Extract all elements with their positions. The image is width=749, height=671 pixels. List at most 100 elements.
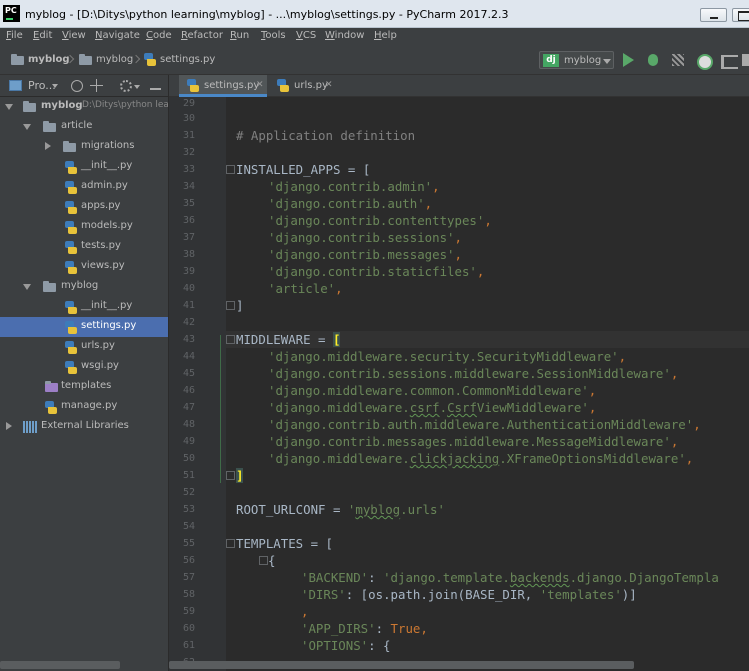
chevron-down-icon (603, 59, 611, 64)
menu-edit[interactable]: Edit (33, 30, 52, 41)
tree-item-label: models.py (81, 220, 133, 231)
line-number: 42 (182, 317, 195, 328)
code-text: ROOT_URLCONF = (236, 502, 348, 517)
string-literal: 'django.contrib.sessions' (268, 230, 455, 245)
breadcrumb-package[interactable]: myblog (96, 54, 133, 65)
editor-horizontal-scrollbar[interactable] (169, 661, 634, 669)
close-icon[interactable]: ✕ (325, 81, 334, 90)
fold-marker-icon[interactable] (226, 165, 235, 174)
coverage-icon[interactable] (670, 52, 686, 68)
fold-marker-icon[interactable] (259, 556, 268, 565)
python-file-icon (65, 161, 77, 174)
chevron-down-icon[interactable] (23, 124, 31, 130)
editor-tab-bar: settings.py ✕ urls.py ✕ (169, 75, 749, 97)
tree-item[interactable]: tests.py (0, 237, 168, 257)
folder-icon (79, 54, 92, 65)
chevron-right-icon[interactable] (45, 142, 51, 150)
folder-icon (43, 281, 56, 292)
folder-icon (63, 141, 76, 152)
gear-icon[interactable] (119, 79, 133, 93)
string-literal: 'django.contrib.auth' (268, 196, 425, 211)
hide-panel-icon[interactable] (148, 79, 162, 93)
code-text: : { (368, 638, 391, 653)
comma: , (484, 213, 492, 228)
project-view-icon (9, 80, 22, 91)
stop-icon[interactable] (742, 52, 749, 68)
line-number: 47 (182, 402, 195, 413)
tree-item[interactable]: apps.py (0, 197, 168, 217)
minimize-button[interactable] (700, 8, 727, 22)
concurrency-icon[interactable] (720, 52, 738, 69)
menu-view[interactable]: View (62, 30, 86, 41)
tree-horizontal-scrollbar[interactable] (0, 661, 120, 669)
string-literal-typo: backends (509, 570, 570, 585)
menu-vcs[interactable]: VCS (296, 30, 316, 41)
menu-tools[interactable]: Tools (261, 30, 286, 41)
code-line: MIDDLEWARE = [ (236, 331, 341, 348)
menu-help[interactable]: Help (374, 30, 397, 41)
tree-item[interactable]: __init__.py (0, 157, 168, 177)
menu-run[interactable]: Run (230, 30, 249, 41)
chevron-down-icon[interactable] (23, 284, 31, 290)
tree-item[interactable]: __init__.py (0, 297, 168, 317)
breadcrumb-file[interactable]: settings.py (160, 54, 215, 65)
chevron-down-icon[interactable] (134, 85, 140, 89)
run-configuration-select[interactable]: dj myblog (539, 51, 614, 69)
line-number: 30 (182, 113, 195, 124)
line-number: 38 (182, 249, 195, 260)
scroll-from-source-icon[interactable] (70, 79, 84, 93)
line-number: 48 (182, 419, 195, 430)
comma: , (335, 281, 343, 296)
fold-marker-icon[interactable] (226, 471, 235, 480)
fold-marker-icon[interactable] (226, 301, 235, 310)
chevron-right-icon[interactable] (6, 422, 12, 430)
chevron-down-icon[interactable] (5, 104, 13, 110)
code-text: : (375, 621, 391, 636)
tree-item[interactable]: views.py (0, 257, 168, 277)
line-number: 51 (182, 470, 195, 481)
close-icon[interactable]: ✕ (256, 81, 265, 90)
python-file-icon (65, 221, 77, 234)
tree-item[interactable]: urls.py (0, 337, 168, 357)
string-literal: 'django.contrib.auth.middleware.Authenti… (268, 417, 694, 432)
collapse-all-icon[interactable] (90, 79, 104, 93)
python-file-icon (65, 201, 77, 214)
tree-item[interactable]: manage.py (0, 397, 168, 417)
code-line: 'django.contrib.messages.middleware.Mess… (268, 433, 678, 450)
run-icon[interactable] (620, 52, 636, 68)
tree-item-selected[interactable]: settings.py (0, 317, 168, 337)
string-literal: .urls' (400, 502, 445, 517)
profile-icon[interactable] (695, 52, 713, 70)
menu-navigate[interactable]: Navigate (95, 30, 140, 41)
tree-item[interactable]: models.py (0, 217, 168, 237)
breadcrumb-project[interactable]: myblog (28, 54, 70, 65)
tree-item[interactable]: wsgi.py (0, 357, 168, 377)
tree-item[interactable]: migrations (0, 137, 168, 157)
tree-item-label: myblog (61, 280, 99, 291)
menu-code[interactable]: Code (146, 30, 172, 41)
tree-item[interactable]: myblog (0, 277, 168, 297)
menu-window[interactable]: Window (325, 30, 364, 41)
maximize-button[interactable] (732, 8, 749, 22)
tree-item[interactable]: admin.py (0, 177, 168, 197)
code-line: 'BACKEND': 'django.template.backends.dja… (301, 569, 719, 586)
tree-item[interactable]: article (0, 117, 168, 137)
debug-icon[interactable] (645, 52, 661, 68)
fold-marker-icon[interactable] (226, 335, 235, 344)
code-text: TEMPLATES = [ (236, 536, 333, 551)
tab-settings-py[interactable]: settings.py ✕ (179, 75, 267, 97)
tree-item[interactable]: templates (0, 377, 168, 397)
code-text: ] (236, 298, 244, 313)
menu-file[interactable]: File (6, 30, 23, 41)
chevron-down-icon[interactable] (52, 84, 58, 88)
tree-item-label: __init__.py (81, 160, 133, 171)
tree-item[interactable]: myblog D:\Ditys\python lea (0, 97, 168, 117)
code-text: { (268, 553, 276, 568)
python-file-icon (65, 241, 77, 254)
menu-refactor[interactable]: Refactor (181, 30, 223, 41)
tree-item[interactable]: External Libraries (0, 417, 168, 437)
fold-marker-icon[interactable] (226, 539, 235, 548)
string-literal: 'templates' (539, 587, 622, 602)
tree-item-label: migrations (81, 140, 135, 151)
tab-urls-py[interactable]: urls.py ✕ (269, 75, 337, 97)
